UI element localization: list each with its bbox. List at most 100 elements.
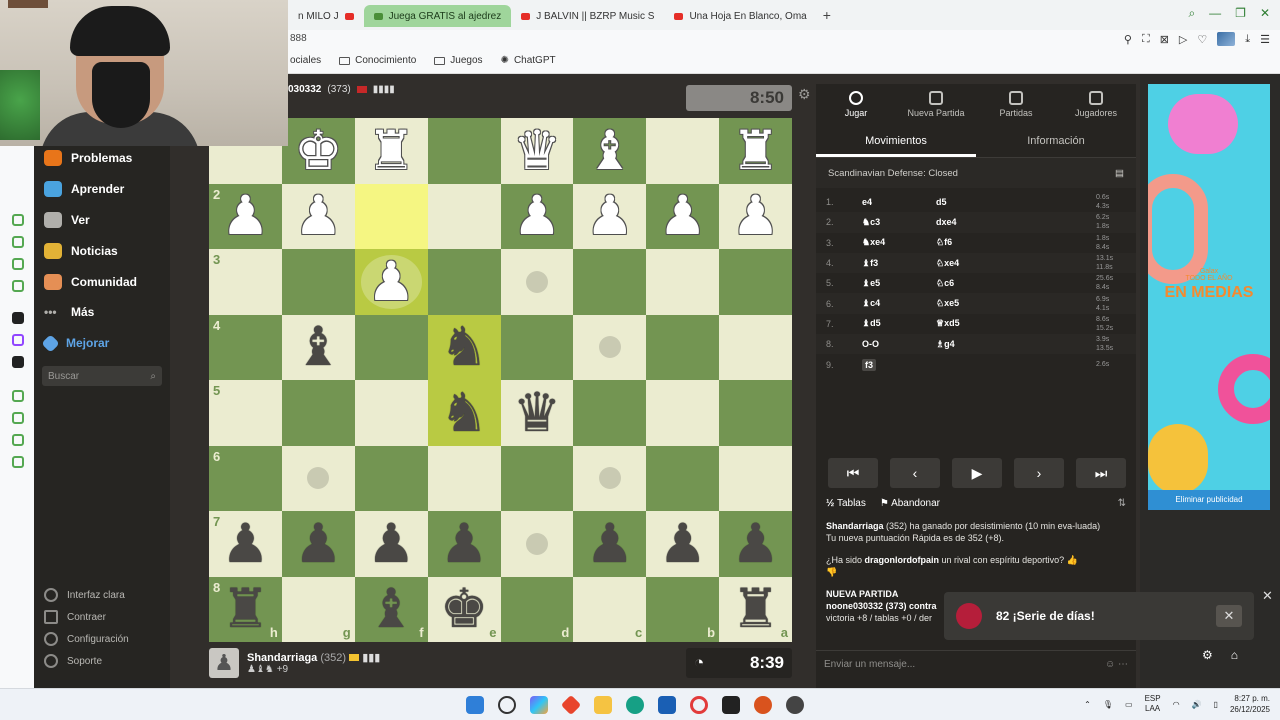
- new-tab-button[interactable]: +: [823, 7, 831, 23]
- board-square[interactable]: [646, 118, 720, 184]
- file-explorer-icon[interactable]: [594, 696, 612, 714]
- black-move[interactable]: ♕xd5: [936, 318, 1096, 329]
- battery-icon[interactable]: ▯: [1214, 700, 1218, 709]
- board-square[interactable]: [354, 314, 428, 380]
- pin-icon[interactable]: ⚲: [1124, 33, 1132, 46]
- black-piece[interactable]: ♞: [440, 385, 488, 440]
- draw-button[interactable]: ½ Tablas: [826, 498, 866, 509]
- clock[interactable]: 8:27 p. m. 26/12/2025: [1230, 693, 1270, 715]
- board-square[interactable]: [500, 511, 574, 577]
- board-square[interactable]: ♜: [354, 118, 428, 184]
- language-indicator[interactable]: ESP LAA: [1145, 694, 1161, 714]
- board-square[interactable]: ♟: [646, 183, 720, 249]
- board-square[interactable]: [354, 183, 428, 249]
- board-square[interactable]: [719, 314, 792, 380]
- board-square[interactable]: [500, 445, 574, 511]
- firefox-icon[interactable]: [754, 696, 772, 714]
- nav-mas[interactable]: ••• Más: [44, 305, 94, 319]
- move-hint-dot[interactable]: [525, 532, 548, 555]
- white-move[interactable]: ♝e5: [862, 278, 936, 289]
- black-piece[interactable]: ♟: [367, 516, 415, 571]
- board-square[interactable]: ♝: [573, 118, 647, 184]
- white-piece[interactable]: ♝: [586, 123, 634, 178]
- black-piece[interactable]: ♜: [221, 582, 269, 636]
- board-square[interactable]: ♜: [719, 118, 792, 184]
- white-piece[interactable]: ♟: [294, 189, 342, 243]
- black-piece[interactable]: ♞: [440, 320, 488, 374]
- board-square[interactable]: ♛: [500, 118, 574, 184]
- board-square[interactable]: [427, 445, 501, 511]
- board-square[interactable]: ♞: [427, 314, 501, 380]
- white-piece[interactable]: ♜: [367, 123, 415, 178]
- wifi-icon[interactable]: ◠: [1173, 700, 1180, 709]
- screenshot-icon[interactable]: ⛶: [1142, 33, 1150, 46]
- white-piece[interactable]: ♟: [731, 189, 779, 243]
- sidebar-refresh-icon[interactable]: [12, 214, 24, 226]
- advertisement[interactable]: Galax TODO EL AÑO EN MEDIAS Eliminar publ…: [1148, 84, 1270, 510]
- nav-mejorar[interactable]: Mejorar: [41, 333, 109, 353]
- black-move[interactable]: ♘c6: [936, 278, 1096, 289]
- board-square[interactable]: c: [573, 576, 647, 642]
- board-square[interactable]: ♞: [427, 380, 501, 446]
- board-square[interactable]: ♟: [500, 183, 574, 249]
- board-square[interactable]: [281, 380, 355, 446]
- close-icon[interactable]: ✕: [1262, 588, 1273, 604]
- board-square[interactable]: 8 h ♜: [209, 576, 282, 642]
- black-move[interactable]: d5: [936, 197, 1096, 207]
- sidebar-clock-icon[interactable]: [12, 412, 24, 424]
- board-square[interactable]: [427, 249, 501, 315]
- board-square[interactable]: ♟: [719, 511, 792, 577]
- board-square[interactable]: e ♚: [427, 576, 501, 642]
- bookmark-chatgpt[interactable]: ✺ ChatGPT: [501, 55, 556, 66]
- volume-icon[interactable]: 🔊: [1192, 700, 1202, 709]
- board-square[interactable]: [281, 445, 355, 511]
- search-input[interactable]: Buscar ⌕: [42, 366, 162, 386]
- search-icon[interactable]: [498, 696, 516, 714]
- board-square[interactable]: [573, 380, 647, 446]
- opera-icon[interactable]: [690, 696, 708, 714]
- black-piece[interactable]: ♝: [294, 320, 342, 374]
- board-square[interactable]: d: [500, 576, 574, 642]
- white-piece[interactable]: ♟: [221, 189, 269, 243]
- black-piece[interactable]: ♜: [731, 582, 779, 636]
- board-square[interactable]: ♟: [281, 183, 355, 249]
- board-square[interactable]: [719, 445, 792, 511]
- board-square[interactable]: ♟: [573, 183, 647, 249]
- white-piece[interactable]: ♛: [513, 123, 561, 178]
- board-square[interactable]: [573, 314, 647, 380]
- nav-ver[interactable]: Ver: [44, 212, 90, 228]
- nav-configuracion[interactable]: Configuración: [44, 632, 129, 646]
- board-square[interactable]: 5: [209, 380, 282, 446]
- tab-milo-j[interactable]: n MILO J: [288, 5, 364, 27]
- search-icon[interactable]: ⌕: [1188, 6, 1195, 21]
- sidebar-m-icon[interactable]: [12, 280, 24, 292]
- start-icon[interactable]: [466, 696, 484, 714]
- extension-icon[interactable]: ⊠: [1160, 33, 1169, 46]
- tab-jugar[interactable]: Jugar: [816, 84, 896, 124]
- tab-chess[interactable]: Juega GRATIS al ajedrez: [363, 5, 512, 27]
- app-icon[interactable]: [722, 696, 740, 714]
- black-move[interactable]: ♘xe4: [936, 258, 1096, 269]
- sidebar-wallet-icon[interactable]: [12, 258, 24, 270]
- board-square[interactable]: f ♝: [354, 576, 428, 642]
- board-square[interactable]: 3: [209, 249, 282, 315]
- black-piece[interactable]: ♟: [731, 516, 779, 571]
- tab-jugadores[interactable]: Jugadores: [1056, 84, 1136, 124]
- app-icon[interactable]: [786, 696, 804, 714]
- book-icon[interactable]: ▤: [1115, 168, 1124, 179]
- board-square[interactable]: [500, 249, 574, 315]
- previous-move-button[interactable]: ‹: [890, 458, 940, 488]
- white-move[interactable]: O-O: [862, 339, 936, 349]
- play-icon[interactable]: ▷: [1179, 33, 1187, 46]
- board-square[interactable]: [646, 314, 720, 380]
- edge-icon[interactable]: [626, 696, 644, 714]
- move-hint-dot[interactable]: [598, 467, 621, 490]
- board-square[interactable]: [646, 380, 720, 446]
- black-move[interactable]: dxe4: [936, 217, 1096, 227]
- sidebar-cube-icon[interactable]: [12, 434, 24, 446]
- profile-avatar[interactable]: [1217, 32, 1236, 46]
- thumbs-down-icon[interactable]: 👎: [826, 567, 837, 577]
- board-square[interactable]: [354, 445, 428, 511]
- x-icon[interactable]: [12, 356, 24, 368]
- bookmark-juegos[interactable]: Juegos: [434, 55, 483, 66]
